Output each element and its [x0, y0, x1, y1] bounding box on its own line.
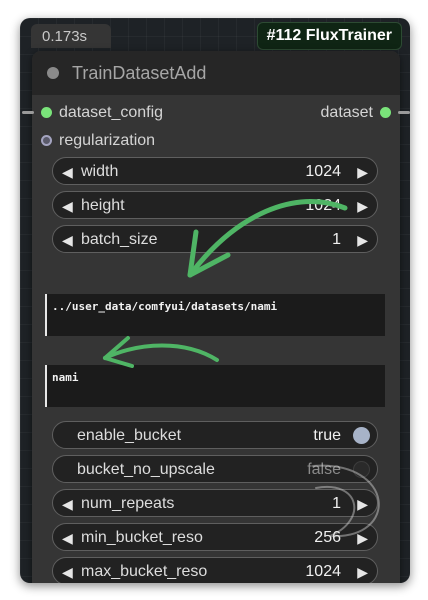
width-value: 1024 — [305, 163, 341, 180]
width-widget[interactable]: ◀ width 1024 ▶ — [52, 157, 378, 185]
train-dataset-add-node[interactable]: TrainDatasetAdd dataset_config dataset r… — [22, 51, 410, 583]
enable-bucket-value: true — [313, 427, 341, 444]
dataset-config-label: dataset_config — [59, 104, 164, 121]
dataset-output-label: dataset — [320, 104, 373, 121]
increment-arrow-icon[interactable]: ▶ — [357, 558, 368, 583]
enable-bucket-toggle[interactable]: enable_bucket true — [52, 421, 378, 449]
num-repeats-value: 1 — [332, 495, 341, 512]
min-bucket-reso-value: 256 — [314, 529, 341, 546]
decrement-arrow-icon[interactable]: ◀ — [62, 524, 73, 552]
batch-size-value: 1 — [332, 231, 341, 248]
link-stub-out — [398, 111, 410, 114]
node-title: TrainDatasetAdd — [72, 63, 207, 83]
increment-arrow-icon[interactable]: ▶ — [357, 158, 368, 186]
height-value: 1024 — [305, 197, 341, 214]
regularization-input-port[interactable] — [41, 135, 52, 146]
execution-time-label: 0.173s — [31, 24, 111, 48]
regularization-label: regularization — [59, 132, 156, 149]
num-repeats-widget[interactable]: ◀ num_repeats 1 ▶ — [52, 489, 378, 517]
bucket-no-upscale-toggle[interactable]: bucket_no_upscale false — [52, 455, 378, 483]
increment-arrow-icon[interactable]: ▶ — [357, 524, 368, 552]
enable-bucket-label: enable_bucket — [77, 427, 182, 444]
min-bucket-reso-label: min_bucket_reso — [81, 529, 203, 546]
port-row-dataset-config: dataset_config dataset — [22, 101, 410, 125]
height-label: height — [81, 197, 125, 214]
decrement-arrow-icon[interactable]: ◀ — [62, 158, 73, 186]
toggle-on-knob-icon[interactable] — [353, 427, 370, 444]
decrement-arrow-icon[interactable]: ◀ — [62, 226, 73, 254]
height-widget[interactable]: ◀ height 1024 ▶ — [52, 191, 378, 219]
toggle-off-knob-icon[interactable] — [353, 461, 370, 478]
increment-arrow-icon[interactable]: ▶ — [357, 226, 368, 254]
increment-arrow-icon[interactable]: ▶ — [357, 490, 368, 518]
class-tokens-textarea[interactable]: nami — [45, 365, 385, 407]
decrement-arrow-icon[interactable]: ◀ — [62, 192, 73, 220]
bucket-no-upscale-label: bucket_no_upscale — [77, 461, 215, 478]
max-bucket-reso-value: 1024 — [305, 563, 341, 580]
min-bucket-reso-widget[interactable]: ◀ min_bucket_reso 256 ▶ — [52, 523, 378, 551]
node-id-badge: #112 FluxTrainer — [256, 22, 402, 50]
max-bucket-reso-widget[interactable]: ◀ max_bucket_reso 1024 ▶ — [52, 557, 378, 583]
bucket-no-upscale-value: false — [307, 461, 341, 478]
dataset-config-input-port[interactable] — [41, 107, 52, 118]
link-stub-in — [22, 111, 34, 114]
batch-size-label: batch_size — [81, 231, 158, 248]
dataset-output-port[interactable] — [380, 107, 391, 118]
batch-size-widget[interactable]: ◀ batch_size 1 ▶ — [52, 225, 378, 253]
node-canvas: 0.173s #112 FluxTrainer TrainDatasetAdd … — [20, 18, 410, 583]
collapse-dot-icon[interactable] — [47, 67, 59, 79]
decrement-arrow-icon[interactable]: ◀ — [62, 490, 73, 518]
increment-arrow-icon[interactable]: ▶ — [357, 192, 368, 220]
decrement-arrow-icon[interactable]: ◀ — [62, 558, 73, 583]
num-repeats-label: num_repeats — [81, 495, 175, 512]
image-dir-textarea[interactable]: ../user_data/comfyui/datasets/nami — [45, 294, 385, 336]
max-bucket-reso-label: max_bucket_reso — [81, 563, 208, 580]
port-row-regularization: regularization — [32, 129, 400, 153]
width-label: width — [81, 163, 119, 180]
node-header[interactable]: TrainDatasetAdd — [32, 51, 400, 95]
